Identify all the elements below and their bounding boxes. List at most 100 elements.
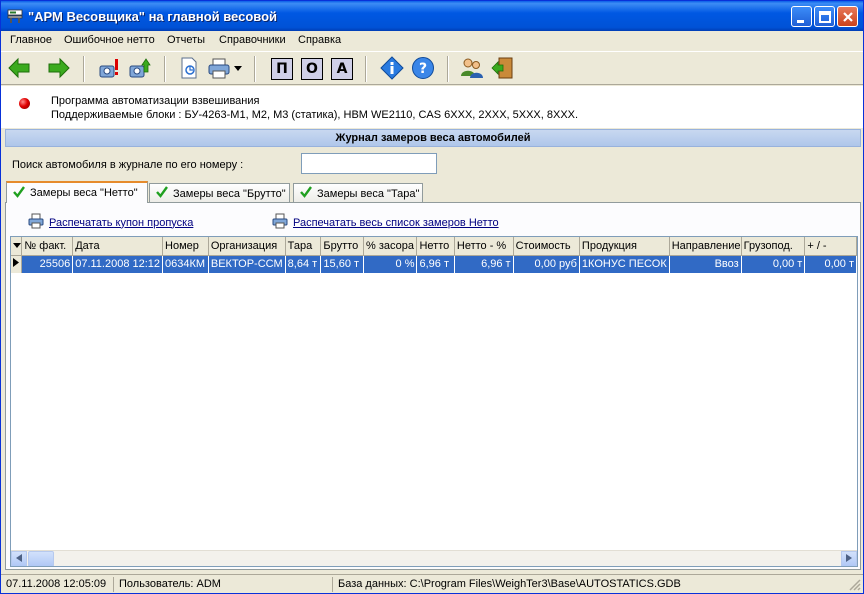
o-button-label: О (301, 58, 323, 80)
toolbar-separator (164, 56, 166, 82)
column-header[interactable]: Продукция (579, 237, 670, 256)
tab-brutto[interactable]: Замеры веса "Брутто" (149, 183, 290, 203)
search-label: Поиск автомобиля в журнале по его номеру… (12, 159, 244, 171)
column-header[interactable]: Номер (162, 237, 209, 256)
p-button-label: П (271, 58, 293, 80)
scroll-thumb[interactable] (28, 551, 54, 566)
tab-tara[interactable]: Замеры веса "Тара" (293, 183, 423, 203)
menu-main[interactable]: Главное (10, 34, 52, 46)
column-header[interactable]: Направление (669, 237, 742, 256)
cell-netto-percent[interactable]: 6,96 т (454, 255, 514, 273)
menu-reports[interactable]: Отчеты (167, 34, 205, 46)
print-all-label: Распечатать весь список замеров Нетто (293, 216, 499, 229)
current-row-indicator (11, 255, 23, 273)
close-button[interactable] (837, 6, 858, 27)
column-header[interactable]: Тара (285, 237, 322, 256)
cell-brutto[interactable]: 15,60 т (320, 255, 364, 273)
exit-door-icon (491, 56, 515, 83)
exit-button[interactable] (490, 56, 516, 82)
printer-icon (272, 213, 288, 232)
o-button[interactable]: О (299, 56, 325, 82)
p-button[interactable]: П (269, 56, 295, 82)
help-info-icon (380, 55, 404, 83)
column-header[interactable]: Стоимость (513, 237, 580, 256)
main-window: "АРМ Весовщика" на главной весовой Главн… (0, 0, 864, 594)
back-button[interactable] (6, 56, 32, 82)
resize-grip-icon[interactable] (849, 579, 861, 594)
grid-header-row: № факт. Дата Номер Организация Тара Брут… (11, 237, 857, 256)
column-header[interactable]: Грузопод. (741, 237, 806, 256)
table-row[interactable]: 25506 07.11.2008 12:12 0634КМ ВЕКТОР-ССМ… (11, 255, 857, 273)
status-bar: 07.11.2008 12:05:09 Пользователь: ADM Ба… (1, 574, 863, 593)
horizontal-scrollbar[interactable] (11, 550, 857, 566)
export-button[interactable] (126, 56, 152, 82)
program-description: Программа автоматизации взвешивания (51, 95, 260, 107)
print-coupon-label: Распечатать купон пропуска (49, 216, 194, 229)
toolbar: П О А ? (1, 51, 863, 85)
print-dropdown-button[interactable] (232, 56, 244, 82)
cell-netto[interactable]: 6,96 т (416, 255, 455, 273)
tab-brutto-label: Замеры веса "Брутто" (173, 187, 286, 200)
column-header[interactable]: % засора (363, 237, 418, 256)
column-header[interactable]: Организация (208, 237, 286, 256)
forward-button[interactable] (46, 56, 72, 82)
supported-units: Поддерживаемые блоки : БУ-4263-М1, М2, М… (51, 109, 579, 121)
search-input[interactable] (301, 153, 437, 174)
page-setup-button[interactable] (176, 56, 202, 82)
cell-fact-number[interactable]: 25506 (21, 255, 74, 273)
a-button-label: А (331, 58, 353, 80)
toolbar-separator (254, 56, 256, 82)
menu-help[interactable]: Справка (298, 34, 341, 46)
page-setup-icon (177, 56, 201, 83)
search-row: Поиск автомобиля в журнале по его номеру… (1, 147, 863, 183)
check-icon (156, 186, 168, 201)
svg-text:?: ? (419, 61, 427, 77)
cell-organization[interactable]: ВЕКТОР-ССМ (208, 255, 286, 273)
tab-netto[interactable]: Замеры веса "Нетто" (6, 181, 148, 203)
column-header[interactable]: № факт. (21, 237, 74, 256)
a-button[interactable]: А (329, 56, 355, 82)
scroll-right-button[interactable] (841, 551, 857, 566)
users-icon (460, 56, 484, 83)
print-button[interactable] (206, 56, 232, 82)
scale-export-icon (127, 56, 151, 83)
column-header[interactable]: Дата (72, 237, 164, 256)
column-header[interactable]: Нетто - % (454, 237, 514, 256)
column-header[interactable]: + / - (804, 237, 857, 256)
cell-cost[interactable]: 0,00 руб (513, 255, 580, 273)
minimize-button[interactable] (791, 6, 812, 27)
help-button[interactable]: ? (410, 56, 436, 82)
journal-title: Журнал замеров веса автомобилей (5, 129, 861, 147)
toolbar-separator (365, 56, 367, 82)
cell-capacity[interactable]: 0,00 т (741, 255, 806, 273)
info-button[interactable] (379, 55, 405, 83)
maximize-button[interactable] (814, 6, 835, 27)
scroll-left-button[interactable] (11, 551, 27, 566)
title-bar[interactable]: "АРМ Весовщика" на главной весовой (1, 1, 863, 31)
row-indicator-header (11, 237, 23, 256)
cell-tara[interactable]: 8,64 т (285, 255, 322, 273)
scale-error-icon (97, 56, 121, 83)
window-title: "АРМ Весовщика" на главной весовой (28, 9, 278, 24)
menu-directories[interactable]: Справочники (219, 34, 286, 46)
cell-plate[interactable]: 0634КМ (162, 255, 209, 273)
menu-bar: Главное Ошибочное нетто Отчеты Справочни… (1, 31, 863, 50)
toolbar-separator (83, 56, 85, 82)
menu-wrong-netto[interactable]: Ошибочное нетто (64, 34, 155, 46)
column-header[interactable]: Нетто (416, 237, 455, 256)
cell-direction[interactable]: Ввоз (669, 255, 742, 273)
print-coupon-link[interactable]: Распечатать купон пропуска (28, 213, 193, 232)
status-indicator-icon (19, 98, 30, 109)
cell-product[interactable]: 1КОНУС ПЕСОК (579, 255, 670, 273)
cell-plus-minus[interactable]: 0,00 т (804, 255, 857, 273)
users-button[interactable] (459, 56, 485, 82)
column-header[interactable]: Брутто (320, 237, 364, 256)
print-all-link[interactable]: Распечатать весь список замеров Нетто (272, 213, 499, 232)
error-netto-button[interactable] (96, 56, 122, 82)
cell-litter-percent[interactable]: 0 % (363, 255, 418, 273)
printer-icon (28, 213, 44, 232)
status-database: База данных: C:\Program Files\WeighTer3\… (338, 578, 681, 590)
back-arrow-icon (7, 56, 31, 83)
weighings-grid[interactable]: № факт. Дата Номер Организация Тара Брут… (10, 236, 858, 567)
cell-date[interactable]: 07.11.2008 12:12 (72, 255, 164, 273)
